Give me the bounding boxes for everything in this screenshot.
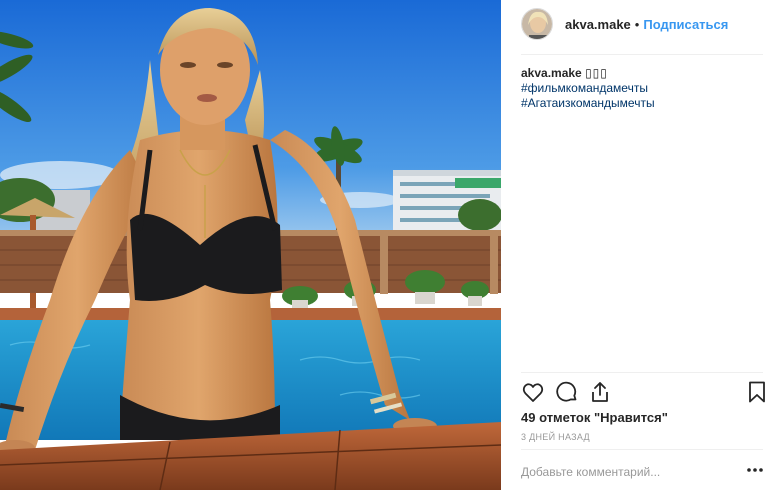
- header-separator: •: [634, 16, 640, 32]
- hashtag-link[interactable]: #Агатаизкомандымечты: [521, 96, 761, 111]
- comment-input[interactable]: [521, 463, 731, 481]
- likes-count[interactable]: 49 отметок "Нравится": [521, 410, 668, 425]
- more-options-icon[interactable]: [746, 466, 764, 474]
- caption-username[interactable]: akva.make: [521, 66, 582, 80]
- post-timestamp[interactable]: 3 ДНЕЙ НАЗАД: [521, 432, 590, 442]
- post-sidebar: akva.make • Подписаться akva.make ▯▯▯ #ф…: [501, 0, 780, 490]
- avatar[interactable]: [521, 8, 553, 40]
- post-header: akva.make • Подписаться: [501, 0, 780, 48]
- follow-button[interactable]: Подписаться: [643, 17, 728, 32]
- comment-icon[interactable]: [555, 380, 579, 404]
- bookmark-icon[interactable]: [745, 380, 769, 404]
- actions-divider: [521, 372, 763, 373]
- header-username[interactable]: akva.make: [565, 17, 631, 32]
- heart-icon[interactable]: [521, 380, 545, 404]
- post-image: [0, 0, 501, 490]
- avatar-image: [522, 9, 552, 39]
- hashtag-link[interactable]: #фильмкомандамечты: [521, 81, 761, 96]
- caption-emoji: ▯▯▯: [585, 66, 608, 80]
- header-divider: [521, 54, 763, 55]
- caption: akva.make ▯▯▯ #фильмкомандамечты #Агатаи…: [521, 66, 761, 111]
- action-bar: [521, 380, 769, 406]
- comment-divider: [521, 449, 763, 450]
- share-icon[interactable]: [588, 380, 612, 404]
- post-photo[interactable]: [0, 0, 501, 490]
